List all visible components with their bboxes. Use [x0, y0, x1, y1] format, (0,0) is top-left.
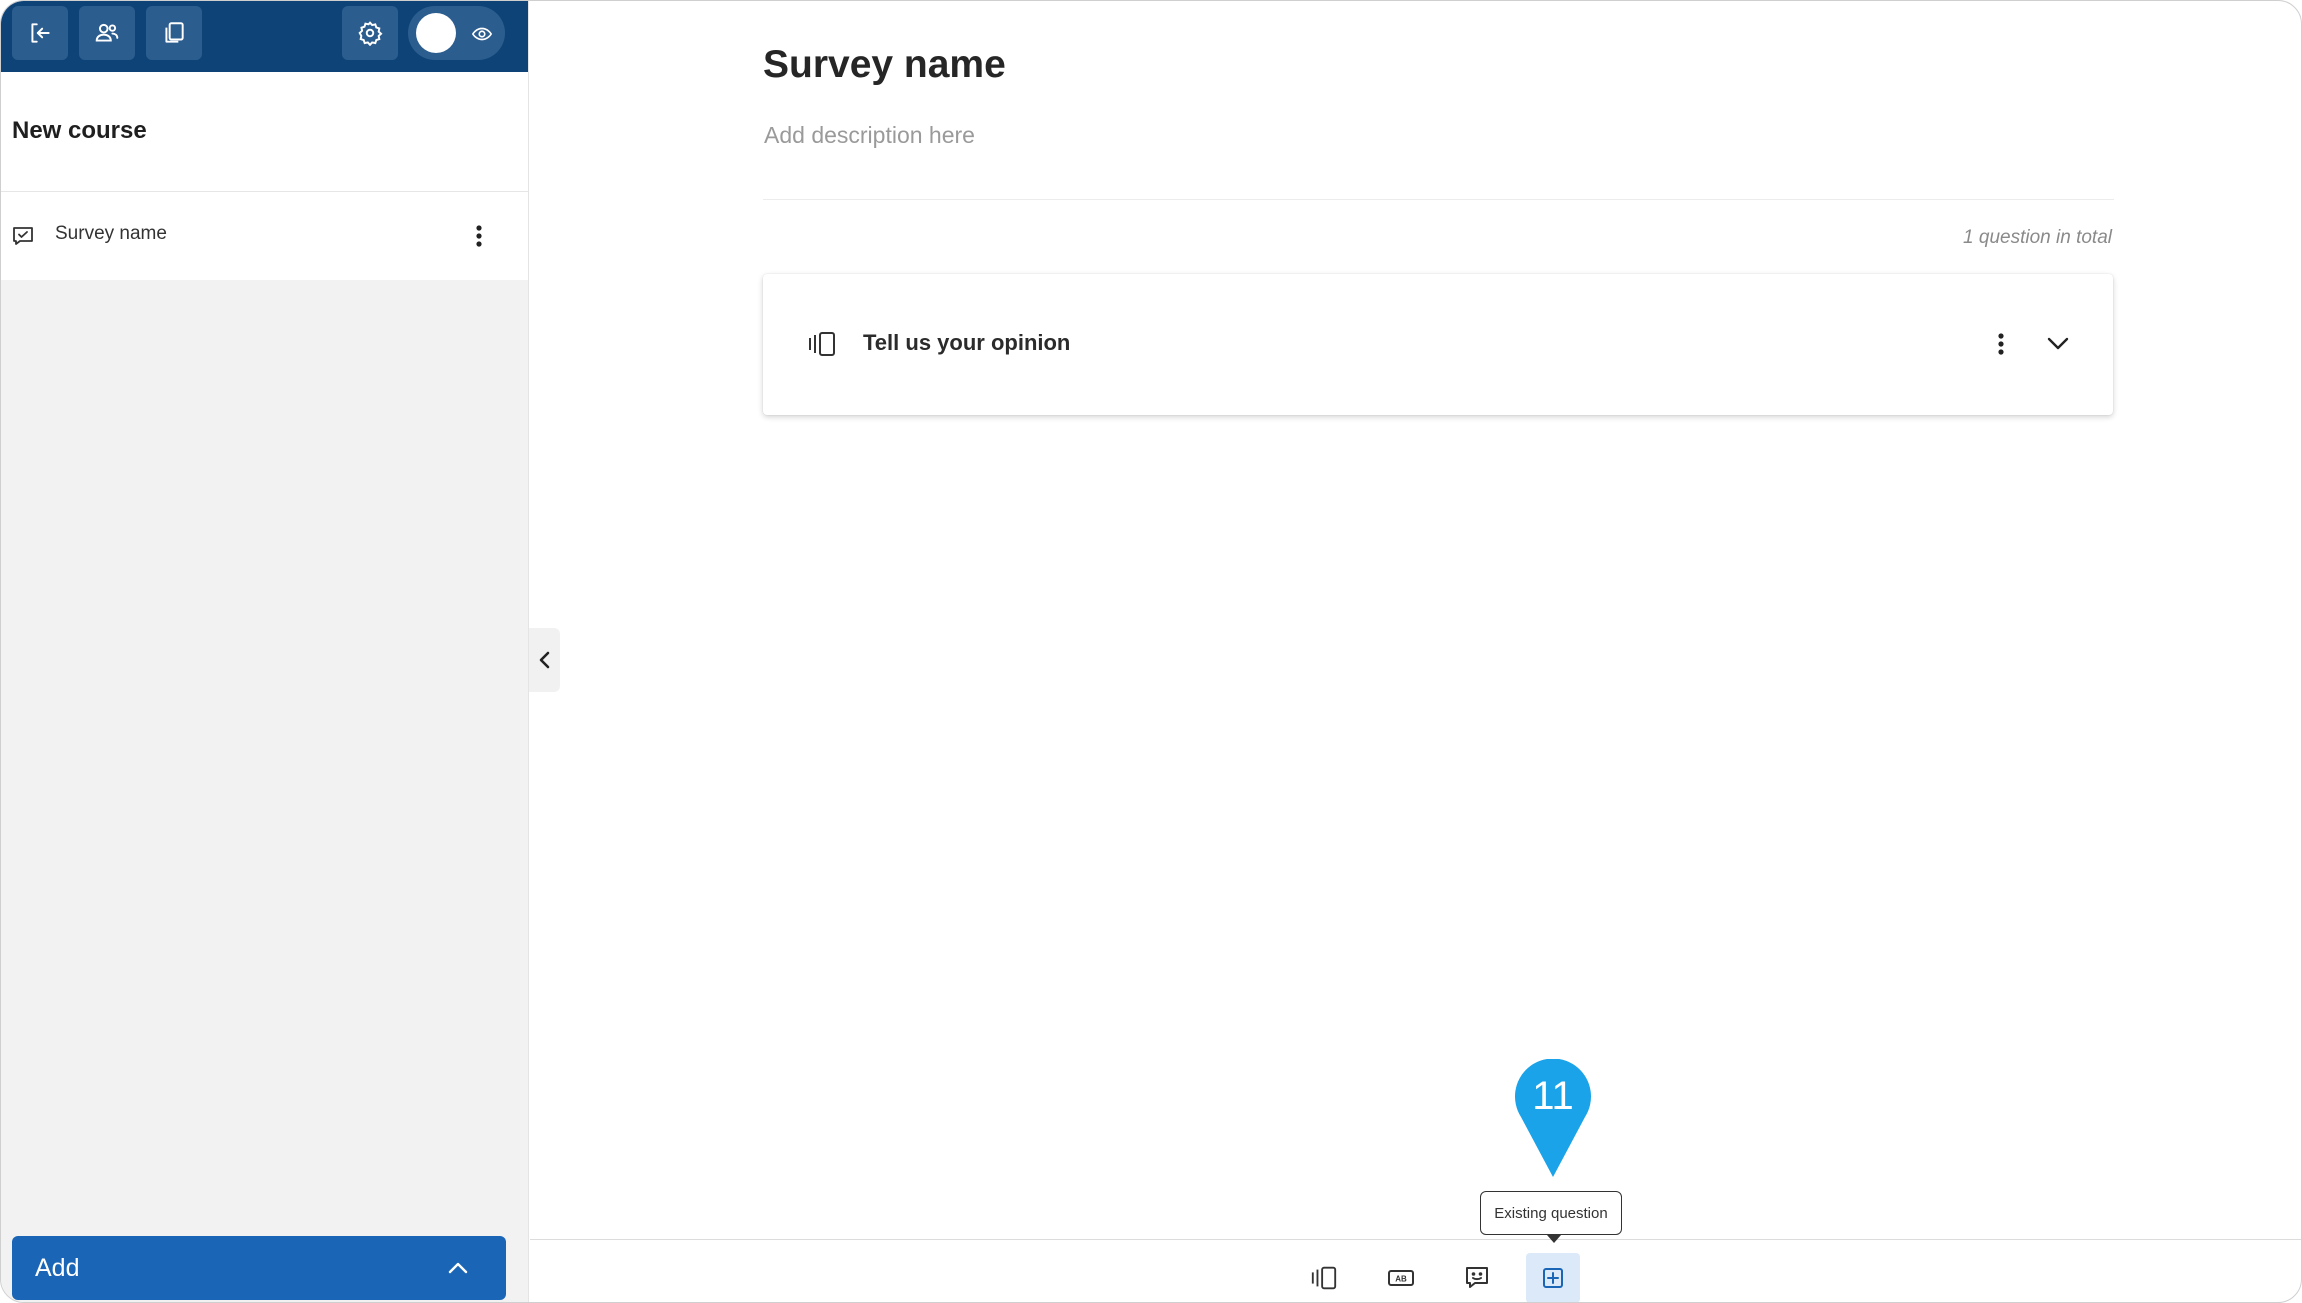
- add-button-label: Add: [35, 1254, 80, 1282]
- step-number: 11: [1532, 1074, 1574, 1118]
- bottom-toolbar-divider: [530, 1239, 2301, 1240]
- survey-icon: [13, 227, 33, 245]
- chevron-up-icon: [448, 1262, 468, 1274]
- survey-title[interactable]: Survey name: [763, 43, 1006, 87]
- chevron-left-icon: [539, 651, 549, 669]
- app-window: New course Survey name Add Survey name A…: [0, 0, 2302, 1303]
- add-existing-question-button[interactable]: [1526, 1253, 1580, 1302]
- course-title: New course: [12, 117, 147, 144]
- add-slider-question-button[interactable]: [1297, 1253, 1351, 1302]
- copy-icon: [165, 22, 184, 43]
- preview-toggle[interactable]: [408, 6, 505, 60]
- users-button[interactable]: [79, 6, 135, 60]
- slider-question-icon: [1311, 1266, 1337, 1290]
- collapse-sidebar-button[interactable]: [529, 628, 560, 692]
- sidebar-item-label: Survey name: [55, 223, 167, 244]
- slider-question-icon: [809, 332, 835, 356]
- chevron-down-icon[interactable]: [2045, 332, 2071, 354]
- survey-description-field[interactable]: Add description here: [764, 122, 975, 149]
- question-title: Tell us your opinion: [863, 330, 1071, 355]
- tooltip-arrow: [1547, 1235, 1561, 1243]
- users-icon: [95, 23, 119, 42]
- exit-button[interactable]: [12, 6, 68, 60]
- copy-button[interactable]: [146, 6, 202, 60]
- feedback-question-icon: [1466, 1267, 1488, 1288]
- eye-icon: [471, 27, 493, 41]
- text-question-icon: AB: [1388, 1270, 1414, 1286]
- add-button[interactable]: Add: [12, 1236, 506, 1300]
- settings-button[interactable]: [342, 6, 398, 60]
- add-feedback-question-button[interactable]: [1450, 1253, 1504, 1302]
- sidebar-toolbar: [1, 1, 528, 72]
- add-text-question-button[interactable]: AB: [1374, 1253, 1428, 1302]
- toggle-knob: [416, 13, 456, 53]
- tooltip: Existing question: [1480, 1191, 1622, 1235]
- question-count: 1 question in total: [1963, 227, 2112, 248]
- sidebar-item-survey[interactable]: Survey name: [1, 192, 528, 280]
- step-marker: 11: [1513, 1058, 1593, 1179]
- sidebar: New course Survey name Add: [1, 1, 529, 1302]
- gear-icon: [358, 21, 383, 46]
- more-options-icon[interactable]: [1991, 330, 2011, 358]
- add-existing-question-icon: [1543, 1268, 1563, 1288]
- more-options-icon[interactable]: [467, 222, 491, 250]
- svg-text:AB: AB: [1395, 1275, 1407, 1284]
- exit-icon: [31, 23, 50, 43]
- header-divider: [763, 199, 2114, 200]
- course-header: New course: [1, 72, 528, 192]
- question-card[interactable]: Tell us your opinion: [763, 274, 2113, 415]
